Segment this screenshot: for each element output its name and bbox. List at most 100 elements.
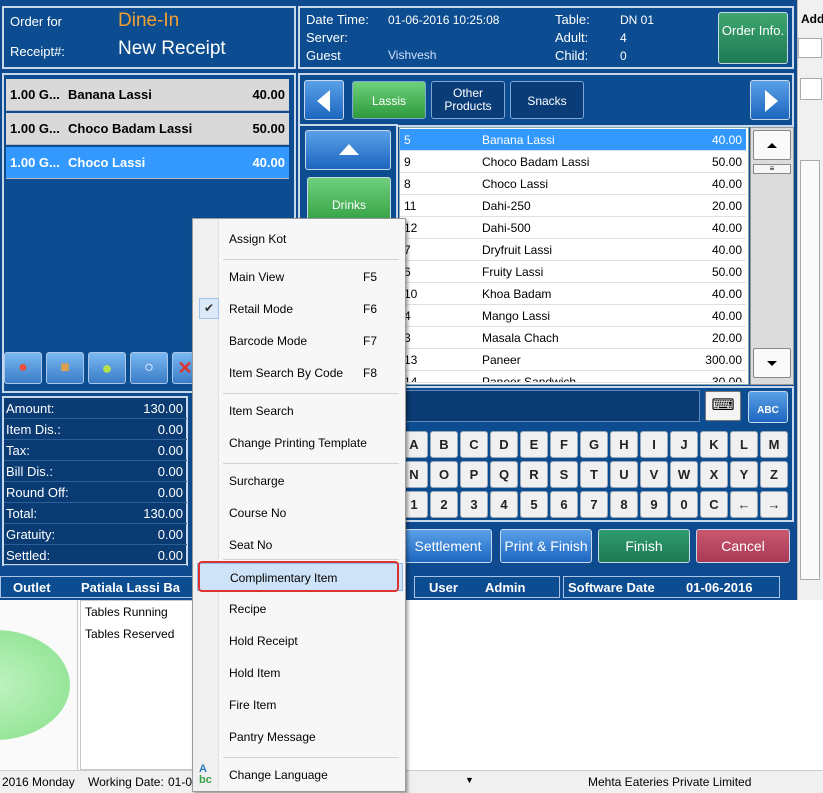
- key-button[interactable]: 7: [580, 491, 608, 518]
- menu-item-surcharge[interactable]: Surcharge: [197, 469, 403, 493]
- search-input[interactable]: [404, 390, 700, 422]
- key-button[interactable]: 5: [520, 491, 548, 518]
- category-prev-button[interactable]: [304, 80, 344, 120]
- menu-item-hold-item[interactable]: Hold Item: [197, 661, 403, 685]
- key-button[interactable]: 4: [490, 491, 518, 518]
- items-scrollbar[interactable]: ≡: [750, 127, 794, 385]
- menu-item-change-printing-template[interactable]: Change Printing Template: [197, 431, 403, 455]
- menu-item-item-search[interactable]: Item Search: [197, 399, 403, 423]
- key-button[interactable]: 9: [640, 491, 668, 518]
- key-button[interactable]: B: [430, 431, 458, 458]
- tab-snacks[interactable]: Snacks: [510, 81, 584, 119]
- key-button[interactable]: ←: [730, 491, 758, 518]
- key-button[interactable]: X: [700, 461, 728, 488]
- forward-arrow-icon: [765, 90, 778, 112]
- key-button[interactable]: O: [430, 461, 458, 488]
- item-row[interactable]: 7 Dryfruit Lassi 40.00: [400, 239, 746, 261]
- menu-item-retail-mode[interactable]: ✔ Retail Mode F6: [197, 297, 403, 321]
- key-button[interactable]: F: [550, 431, 578, 458]
- finish-button[interactable]: Finish: [598, 529, 690, 563]
- tables-reserved[interactable]: Tables Reserved: [85, 627, 174, 641]
- receipt-item-name: Choco Badam Lassi: [68, 121, 193, 136]
- tab-lassis[interactable]: Lassis: [352, 81, 426, 119]
- menu-item-search-by-code[interactable]: Item Search By Code F8: [197, 361, 403, 385]
- menu-item-label: Item Search: [229, 404, 294, 418]
- item-row-selected[interactable]: 5 Banana Lassi 40.00: [400, 129, 746, 151]
- item-row[interactable]: 9 Choco Badam Lassi 50.00: [400, 151, 746, 173]
- scroll-thumb[interactable]: ≡: [753, 164, 791, 174]
- item-row[interactable]: 11 Dahi-250 20.00: [400, 195, 746, 217]
- cancel-button[interactable]: Cancel: [696, 529, 790, 563]
- key-button[interactable]: P: [460, 461, 488, 488]
- item-row[interactable]: 14 Paneer Sandwich 30.00: [400, 371, 746, 383]
- menu-item-course-no[interactable]: Course No: [197, 501, 403, 525]
- key-button[interactable]: U: [610, 461, 638, 488]
- scroll-up-button[interactable]: [753, 130, 791, 160]
- menu-item-seat-no[interactable]: Seat No: [197, 533, 403, 557]
- group-up-button[interactable]: [305, 130, 391, 170]
- dropdown-arrow-icon[interactable]: ▼: [465, 775, 474, 785]
- key-button[interactable]: Z: [760, 461, 788, 488]
- group-icon[interactable]: ●: [4, 352, 42, 384]
- key-button[interactable]: C: [460, 431, 488, 458]
- menu-item-main-view[interactable]: Main View F5: [197, 265, 403, 289]
- item-row[interactable]: 12 Dahi-500 40.00: [400, 217, 746, 239]
- key-button[interactable]: R: [520, 461, 548, 488]
- receipt-row-selected[interactable]: 1.00 G... Choco Lassi 40.00: [6, 147, 289, 179]
- receipt-row[interactable]: 1.00 G... Banana Lassi 40.00: [6, 79, 289, 111]
- key-button[interactable]: H: [610, 431, 638, 458]
- menu-item-assign-kot[interactable]: Assign Kot: [197, 227, 403, 251]
- tag-icon[interactable]: ●: [88, 352, 126, 384]
- menu-item-change-language[interactable]: Abc Change Language: [197, 763, 403, 787]
- menu-item-hold-receipt[interactable]: Hold Receipt: [197, 629, 403, 653]
- menu-item-fire-item[interactable]: Fire Item: [197, 693, 403, 717]
- key-button[interactable]: C: [700, 491, 728, 518]
- menu-item-pantry-message[interactable]: Pantry Message: [197, 725, 403, 749]
- key-button[interactable]: I: [640, 431, 668, 458]
- menu-item-barcode-mode[interactable]: Barcode Mode F7: [197, 329, 403, 353]
- item-row[interactable]: 13 Paneer 300.00: [400, 349, 746, 371]
- item-row[interactable]: 10 Khoa Badam 40.00: [400, 283, 746, 305]
- key-button[interactable]: M: [760, 431, 788, 458]
- key-button[interactable]: →: [760, 491, 788, 518]
- key-button[interactable]: W: [670, 461, 698, 488]
- receipt-row[interactable]: 1.00 G... Choco Badam Lassi 50.00: [6, 113, 289, 145]
- item-row[interactable]: 3 Masala Chach 20.00: [400, 327, 746, 349]
- totals-row: Gratuity: 0.00: [4, 524, 187, 545]
- key-button[interactable]: G: [580, 431, 608, 458]
- key-button[interactable]: T: [580, 461, 608, 488]
- key-button[interactable]: 8: [610, 491, 638, 518]
- menu-item-recipe[interactable]: Recipe: [197, 597, 403, 621]
- category-next-button[interactable]: [750, 80, 790, 120]
- key-button[interactable]: 0: [670, 491, 698, 518]
- order-info-button[interactable]: Order Info.: [718, 12, 788, 64]
- key-button[interactable]: Y: [730, 461, 758, 488]
- scroll-down-button[interactable]: [753, 348, 791, 378]
- menu-item-label: Seat No: [229, 538, 273, 552]
- abc-button[interactable]: ABC: [748, 391, 788, 423]
- key-button[interactable]: J: [670, 431, 698, 458]
- dinner-plate-icon[interactable]: ○: [130, 352, 168, 384]
- key-button[interactable]: 6: [550, 491, 578, 518]
- key-button[interactable]: D: [490, 431, 518, 458]
- keyboard-toggle-button[interactable]: ⌨: [705, 391, 741, 421]
- key-button[interactable]: K: [700, 431, 728, 458]
- tables-running[interactable]: Tables Running: [85, 605, 168, 619]
- key-button[interactable]: Q: [490, 461, 518, 488]
- key-button[interactable]: V: [640, 461, 668, 488]
- item-row[interactable]: 6 Fruity Lassi 50.00: [400, 261, 746, 283]
- menu-separator: [223, 393, 399, 394]
- key-button[interactable]: E: [520, 431, 548, 458]
- print-finish-button[interactable]: Print & Finish: [500, 529, 592, 563]
- box-icon[interactable]: ■: [46, 352, 84, 384]
- item-row[interactable]: 8 Choco Lassi 40.00: [400, 173, 746, 195]
- totals-label: Gratuity:: [6, 527, 56, 542]
- background-statusbar: 2016 Monday Working Date: 01-0 ▼ Mehta E…: [0, 770, 823, 793]
- tab-other-products[interactable]: Other Products: [431, 81, 505, 119]
- key-button[interactable]: L: [730, 431, 758, 458]
- key-button[interactable]: 2: [430, 491, 458, 518]
- key-button[interactable]: S: [550, 461, 578, 488]
- item-row[interactable]: 4 Mango Lassi 40.00: [400, 305, 746, 327]
- settlement-button[interactable]: Settlement: [404, 529, 492, 563]
- key-button[interactable]: 3: [460, 491, 488, 518]
